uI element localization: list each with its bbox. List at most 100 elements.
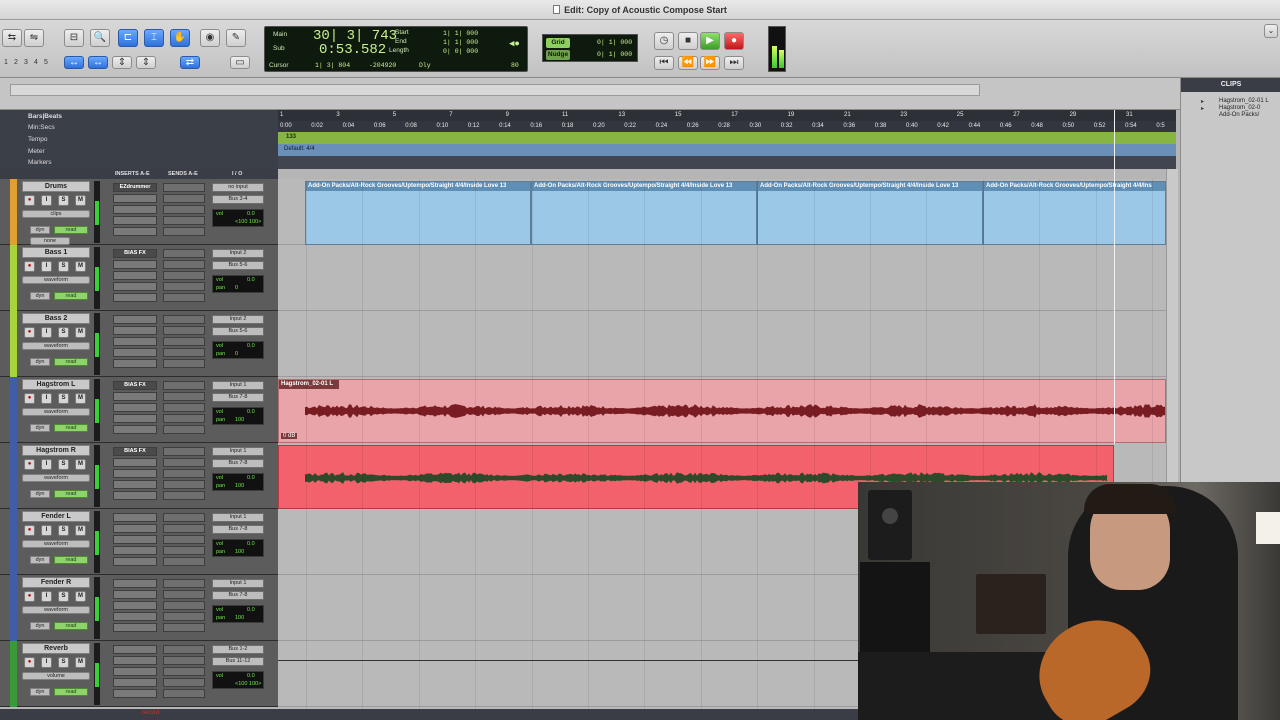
track-header[interactable]: Bass 2 ● I S Mwaveform dyn read Input 2 Bus 5-6 v… [0,311,278,377]
track-header[interactable]: Hagstrom R ● I S Mwaveform dyn read BIAS FX Inpu… [0,443,278,509]
volume-pan-readout[interactable]: vol 0.0 <100 100> [212,671,264,689]
insert-slot-d[interactable] [113,216,157,225]
insert-slot-c[interactable] [113,469,157,478]
grid-value[interactable]: 0| 1| 000 [597,39,632,46]
insert-slot-d[interactable] [113,348,157,357]
insert-slot-e[interactable] [113,623,157,632]
send-slot-b[interactable] [163,656,205,665]
track-sub-view[interactable]: none [30,237,70,245]
volume-pan-readout[interactable]: vol 0.0 pan 0 [212,341,264,359]
pencil-tool-icon[interactable]: ✎ [226,29,246,47]
insert-slot-c[interactable] [113,271,157,280]
insert-slot-e[interactable] [113,491,157,500]
nudge-label[interactable]: Nudge [546,50,570,60]
mute-button[interactable]: M [75,459,86,470]
solo-button[interactable]: S [58,459,69,470]
send-slot-b[interactable] [163,524,205,533]
mute-button[interactable]: M [75,393,86,404]
tab-to-transient-button[interactable]: ▭ [230,56,250,69]
insert-slot-a[interactable]: BIAS FX [113,381,157,390]
track-name[interactable]: Fender L [22,511,90,522]
pan-value[interactable]: 100 [235,615,244,621]
automation-mode-button[interactable]: read [54,688,88,696]
tempo-value[interactable]: 133 [286,134,296,140]
send-slot-a[interactable] [163,183,205,192]
solo-button[interactable]: S [58,393,69,404]
send-slot-d[interactable] [163,414,205,423]
slip-mode-button[interactable]: ⇋ [24,29,44,47]
trim-tool-icon[interactable]: ⊏ [118,29,138,47]
dyn-button[interactable]: dyn [30,490,50,498]
track-name[interactable]: Bass 1 [22,247,90,258]
send-slot-c[interactable] [163,667,205,676]
volume-pan-readout[interactable]: vol 0.0 pan 100 [212,407,264,425]
track-name[interactable]: Hagstrom R [22,445,90,456]
send-slot-e[interactable] [163,227,205,236]
record-enable-button[interactable]: ● [24,591,35,602]
send-slot-d[interactable] [163,546,205,555]
length-value[interactable]: 0| 0| 000 [443,48,478,55]
input-monitor-button[interactable]: I [41,261,52,272]
solo-button[interactable]: S [58,591,69,602]
pan-value[interactable]: 100 [235,417,244,423]
insert-slot-a[interactable] [113,579,157,588]
send-slot-c[interactable] [163,271,205,280]
dyn-button[interactable]: dyn [30,556,50,564]
input-selector[interactable]: Input 1 [212,447,264,456]
input-selector[interactable]: Input 2 [212,315,264,324]
pan-value[interactable]: 100 [235,483,244,489]
pan-value[interactable]: 0 [235,285,238,291]
go-to-end-button[interactable]: ⏭ [724,56,744,70]
grid-nudge-panel[interactable]: Grid 0| 1| 000 Nudge 0| 1| 000 [542,34,638,62]
send-slot-e[interactable] [163,623,205,632]
solo-button[interactable]: S [58,195,69,206]
insert-slot-e[interactable] [113,557,157,566]
track-name[interactable]: Hagstrom L [22,379,90,390]
pan-value[interactable]: <100 100> [235,219,261,225]
grid-label[interactable]: Grid [546,38,570,48]
volume-pan-readout[interactable]: vol 0.0 pan 100 [212,605,264,623]
dyn-button[interactable]: dyn [30,622,50,630]
output-selector[interactable]: Bus 5-6 [212,327,264,336]
record-enable-button[interactable]: ● [24,393,35,404]
pan-value[interactable]: 0 [235,351,238,357]
mute-button[interactable]: M [75,525,86,536]
volume-pan-readout[interactable]: vol 0.0 pan 0 [212,275,264,293]
toolbar-menu-chevron-icon[interactable]: ⌄ [1264,24,1278,38]
dyn-button[interactable]: dyn [30,292,50,300]
automation-mode-button[interactable]: read [54,226,88,234]
rewind-button[interactable]: ⏪ [678,56,698,70]
insert-slot-b[interactable] [113,392,157,401]
insert-slot-e[interactable] [113,689,157,698]
grabber-tool-icon[interactable]: ✋ [170,29,190,47]
volume-value[interactable]: 0.0 [247,475,255,481]
timeline-rulers[interactable]: 1 3 5 7 9 11 13 15 17 19 21 23 25 27 29 31 0:00 0:02 0:04… [278,110,1176,169]
send-slot-a[interactable] [163,381,205,390]
send-slot-a[interactable] [163,447,205,456]
track-view-selector[interactable]: volume [22,672,90,680]
track-lane[interactable] [278,245,1166,311]
link-timeline-button[interactable]: ⇄ [180,56,200,69]
input-selector[interactable]: no input [212,183,264,192]
send-slot-a[interactable] [163,315,205,324]
input-selector[interactable]: Input 1 [212,513,264,522]
send-slot-b[interactable] [163,194,205,203]
track-name[interactable]: Bass 2 [22,313,90,324]
universe-view[interactable] [0,78,1180,110]
send-slot-c[interactable] [163,535,205,544]
track-view-selector[interactable]: waveform [22,276,90,284]
track-header[interactable]: Bass 1 ● I S Mwaveform dyn read BIAS FX Input 2 B… [0,245,278,311]
send-slot-e[interactable] [163,557,205,566]
output-selector[interactable]: Bus 7-8 [212,591,264,600]
track-header[interactable]: Reverb ● I S Mvolume dyn read Bus 1-2 Bus 11-12 v… [0,641,278,707]
mute-button[interactable]: M [75,657,86,668]
send-slot-c[interactable] [163,205,205,214]
volume-value[interactable]: 0.0 [247,541,255,547]
insert-slot-a[interactable]: EZdrummer [113,183,157,192]
volume-value[interactable]: 0.0 [247,673,255,679]
universe-scrollbar[interactable] [10,84,980,96]
insert-slot-a[interactable]: BIAS FX [113,249,157,258]
send-slot-e[interactable] [163,491,205,500]
input-selector[interactable]: Input 1 [212,381,264,390]
solo-button[interactable]: S [58,261,69,272]
